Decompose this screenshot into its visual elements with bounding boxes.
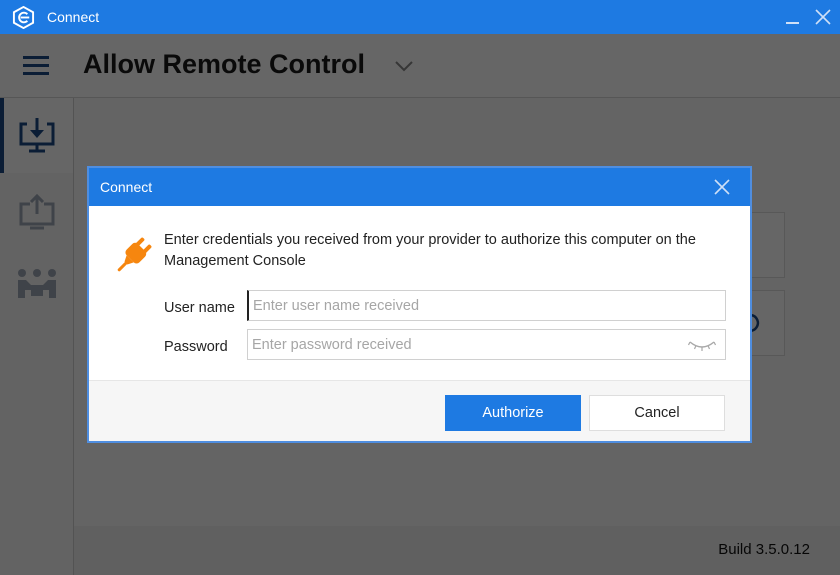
eye-closed-icon[interactable]	[688, 338, 716, 352]
window-titlebar: Connect	[0, 0, 840, 34]
cancel-button[interactable]: Cancel	[589, 395, 725, 431]
close-icon[interactable]	[713, 178, 731, 196]
connect-dialog: Connect Enter credentials you received f…	[87, 166, 752, 443]
plug-icon	[117, 237, 152, 272]
password-label: Password	[164, 339, 228, 355]
username-label: User name	[164, 300, 235, 316]
password-input[interactable]	[247, 329, 726, 360]
dialog-titlebar: Connect	[89, 168, 750, 206]
dialog-title: Connect	[100, 179, 153, 195]
window-title: Connect	[47, 9, 100, 25]
dialog-footer: Authorize Cancel	[89, 380, 750, 441]
close-icon	[815, 9, 831, 25]
authorize-button[interactable]: Authorize	[445, 395, 581, 431]
username-input[interactable]	[247, 290, 726, 321]
minimize-button[interactable]	[782, 6, 804, 28]
connect-logo-icon	[12, 6, 35, 29]
window-close-button[interactable]	[812, 6, 834, 28]
dialog-message: Enter credentials you received from your…	[164, 232, 696, 269]
